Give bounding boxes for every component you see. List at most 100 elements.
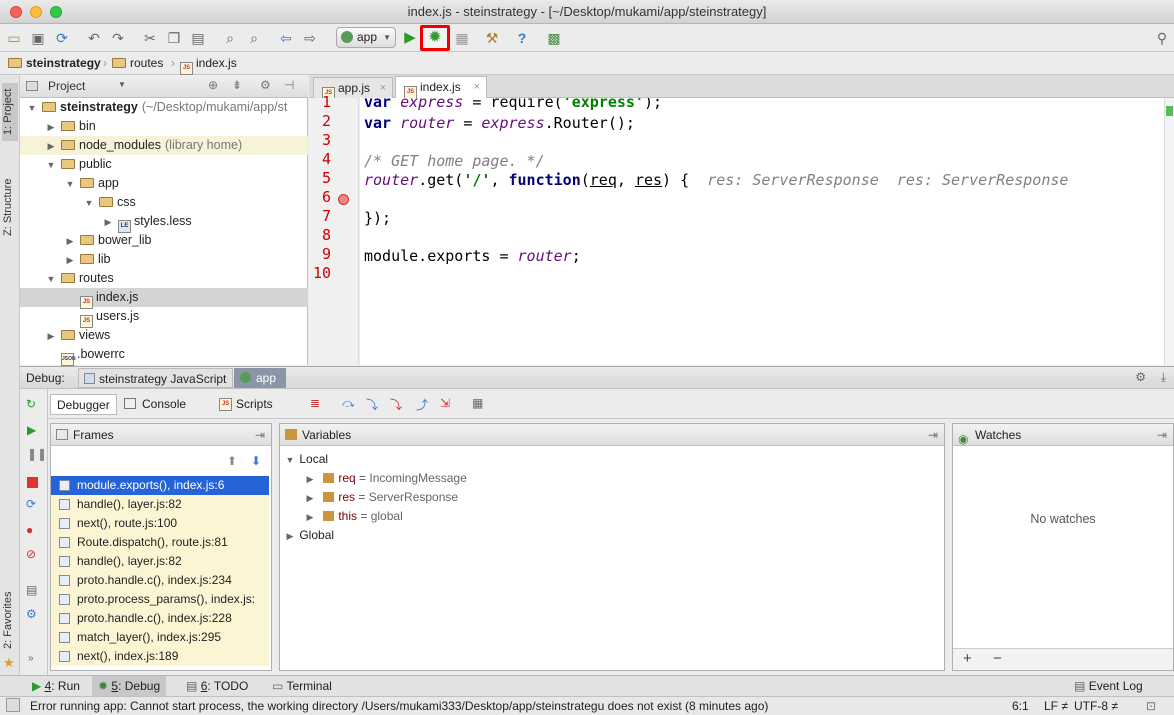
stack-frame[interactable]: match_layer(), index.js:295 xyxy=(51,628,269,647)
tree-item[interactable]: ▼ app xyxy=(20,174,308,193)
rerun-icon[interactable]: ↻ xyxy=(26,397,36,411)
tree-item[interactable]: ▶ bin xyxy=(20,117,308,136)
sync-scroll-icon[interactable]: ⊕ xyxy=(208,78,218,92)
zoom-window-button[interactable] xyxy=(50,6,62,18)
run-configuration-select[interactable]: app ▼ xyxy=(336,27,396,48)
breadcrumb-routes[interactable]: routes xyxy=(112,56,163,71)
find-icon[interactable]: ⌕ xyxy=(222,30,238,46)
sync-icon[interactable]: ⟳ xyxy=(54,30,70,46)
mute-breakpoints-icon[interactable]: ⊘ xyxy=(26,547,36,561)
caret-position[interactable]: 6:1 xyxy=(1012,697,1029,715)
expand-open-icon[interactable]: ▼ xyxy=(64,175,76,194)
expand-open-icon[interactable]: ▼ xyxy=(45,270,57,289)
tree-item[interactable]: JS users.js xyxy=(20,307,308,328)
tree-item[interactable]: JSON.bowerrc xyxy=(20,345,308,366)
copy-icon[interactable]: ❐ xyxy=(166,30,182,46)
expand-open-icon[interactable]: ▼ xyxy=(26,99,38,118)
back-icon[interactable]: ⇦ xyxy=(278,30,294,46)
expand-open-icon[interactable]: ▼ xyxy=(45,156,57,175)
editor-tab-index-js[interactable]: JS index.js × xyxy=(395,76,487,99)
resume-icon[interactable]: ▶ xyxy=(27,423,36,437)
show-execution-point-icon[interactable]: ≣ xyxy=(310,396,320,410)
lock-icon[interactable]: ⊡ xyxy=(1146,697,1156,715)
scope-global[interactable]: ▶ Global xyxy=(284,526,335,545)
event-log-tab[interactable]: ▤ Event Log xyxy=(1068,676,1149,696)
gear-icon[interactable]: ⚙ xyxy=(260,78,271,92)
step-over-icon[interactable]: ⤼ xyxy=(342,396,355,411)
status-panel-icon[interactable] xyxy=(6,698,20,712)
add-watch-button[interactable]: + xyxy=(963,650,972,667)
tree-item[interactable]: ▶ LE styles.less xyxy=(20,212,308,233)
layout-icon[interactable]: ▤ xyxy=(26,583,37,597)
run-icon[interactable]: ▶ xyxy=(402,30,418,46)
tree-item[interactable]: ▶ bower_lib xyxy=(20,231,308,250)
plugin-icon[interactable]: ▩ xyxy=(546,30,562,46)
project-view-select[interactable]: Project xyxy=(48,79,85,93)
console-tab[interactable]: Console xyxy=(120,394,192,415)
forward-icon[interactable]: ⇨ xyxy=(302,30,318,46)
todo-tool-tab[interactable]: ▤ 6: TODO xyxy=(180,676,254,696)
paste-icon[interactable]: ▤ xyxy=(190,30,206,46)
step-out-icon[interactable]: ⤴ xyxy=(416,396,428,413)
frame-down-icon[interactable]: ⬇ xyxy=(251,454,261,468)
undo-icon[interactable]: ↶ xyxy=(86,30,102,46)
stack-frame[interactable]: proto.handle.c(), index.js:228 xyxy=(51,609,269,628)
force-step-into-icon[interactable]: ⤵ xyxy=(390,396,402,413)
tree-item[interactable]: ▼ css xyxy=(20,193,308,212)
expand-closed-icon[interactable]: ▶ xyxy=(45,118,57,137)
expand-closed-icon[interactable]: ▶ xyxy=(304,470,316,489)
status-message[interactable]: Error running app: Cannot start process,… xyxy=(30,697,768,715)
tree-item[interactable]: JS index.js xyxy=(20,288,308,309)
gear-icon[interactable]: ⚙ xyxy=(26,607,37,621)
expand-closed-icon[interactable]: ▶ xyxy=(64,251,76,270)
debugger-tab[interactable]: Debugger xyxy=(50,394,117,415)
cut-icon[interactable]: ✂ xyxy=(142,30,158,46)
expand-closed-icon[interactable]: ▶ xyxy=(304,489,316,508)
variable-row[interactable]: ▶ this = global xyxy=(304,507,403,526)
stack-frame[interactable]: next(), route.js:100 xyxy=(51,514,269,533)
tree-item[interactable]: ▶ lib xyxy=(20,250,308,269)
stack-frame[interactable]: handle(), layer.js:82 xyxy=(51,552,269,571)
debug-tool-tab[interactable]: ✹ 5: Debug xyxy=(92,676,167,696)
expand-closed-icon[interactable]: ▶ xyxy=(64,232,76,251)
hide-panel-icon[interactable]: ⤓ xyxy=(1161,370,1166,385)
line-separator[interactable]: LF ≠ xyxy=(1044,697,1068,715)
minimize-window-button[interactable] xyxy=(30,6,42,18)
breadcrumb-project[interactable]: steinstrategy xyxy=(8,56,101,71)
tree-item[interactable]: ▼ steinstrategy (~/Desktop/mukami/app/st xyxy=(20,98,308,117)
replace-icon[interactable]: ⌕ xyxy=(246,30,262,46)
pin-icon[interactable]: ⇥ xyxy=(255,424,265,446)
frame-up-icon[interactable]: ⬆ xyxy=(227,454,237,468)
pin-icon[interactable]: ⇥ xyxy=(1157,424,1167,446)
variable-row[interactable]: ▶ res = ServerResponse xyxy=(304,488,459,508)
hide-panel-icon[interactable]: ⊣ xyxy=(284,78,294,92)
coverage-icon[interactable]: ▦ xyxy=(454,30,470,46)
close-tab-icon[interactable]: × xyxy=(474,77,480,97)
redo-icon[interactable]: ↷ xyxy=(110,30,126,46)
debug-session-tab-js[interactable]: steinstrategy JavaScript xyxy=(78,368,234,388)
help-icon[interactable]: ? xyxy=(514,30,530,46)
file-encoding[interactable]: UTF-8 ≠ xyxy=(1074,697,1118,715)
debug-button[interactable]: ✹ xyxy=(420,25,450,51)
stop-icon[interactable] xyxy=(27,477,38,488)
expand-closed-icon[interactable]: ▶ xyxy=(45,137,57,156)
expand-open-icon[interactable]: ▼ xyxy=(83,194,95,213)
stack-frame[interactable]: handle(), layer.js:82 xyxy=(51,495,269,514)
breakpoint-icon[interactable] xyxy=(338,194,349,205)
tree-item[interactable]: ▶ views xyxy=(20,326,308,345)
collapse-all-icon[interactable]: ⇟ xyxy=(232,78,242,92)
close-tab-icon[interactable]: × xyxy=(380,78,386,98)
pin-icon[interactable]: ⇥ xyxy=(928,424,938,446)
structure-tool-tab[interactable]: Z: Structure xyxy=(2,171,18,243)
open-folder-icon[interactable]: ▭ xyxy=(6,30,22,46)
stack-frame[interactable]: Route.dispatch(), route.js:81 xyxy=(51,533,269,552)
code-editor[interactable]: var express = require('express'); var ro… xyxy=(360,98,1164,365)
more-icon[interactable]: » xyxy=(28,653,34,664)
favorites-tool-tab[interactable]: 2: Favorites xyxy=(2,585,18,655)
variable-row[interactable]: ▶ req = IncomingMessage xyxy=(304,469,467,488)
tree-item[interactable]: ▼ public xyxy=(20,155,308,174)
scripts-tab[interactable]: JS Scripts xyxy=(216,394,279,415)
run-to-cursor-icon[interactable]: ⇲ xyxy=(440,396,450,410)
step-into-icon[interactable]: ⤵ xyxy=(366,396,378,413)
debug-session-tab-app[interactable]: app xyxy=(234,368,287,388)
